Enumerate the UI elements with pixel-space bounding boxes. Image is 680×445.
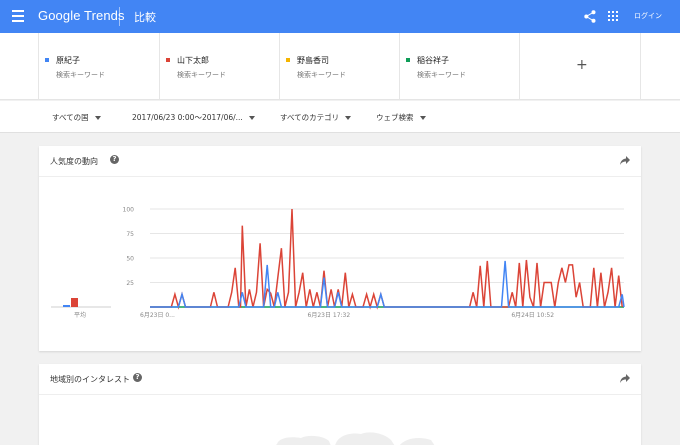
search-type-filter-label: ウェブ検索 <box>376 113 414 122</box>
card-header: 人気度の動向 ? <box>39 146 641 177</box>
term-card-1[interactable]: 原紀子 検索キーワード <box>39 33 160 100</box>
search-type-filter[interactable]: ウェブ検索 <box>376 112 426 123</box>
filters-bar: すべての国 2017/06/23 0:00～2017/06/... すべてのカテ… <box>0 101 680 133</box>
help-icon[interactable]: ? <box>110 155 119 164</box>
average-bar <box>71 298 78 307</box>
share-icon[interactable] <box>584 10 596 23</box>
share-icon[interactable] <box>620 374 630 383</box>
google-trends-logo[interactable]: Google Trends <box>38 8 125 23</box>
region-filter[interactable]: すべての国 <box>52 112 101 123</box>
help-icon[interactable]: ? <box>133 373 142 382</box>
term-type: 検索キーワード <box>297 71 346 79</box>
term-color-dot <box>286 58 290 62</box>
plus-icon: + <box>576 57 588 73</box>
brand-google: Google <box>38 8 81 23</box>
term-type: 検索キーワード <box>56 71 105 79</box>
card-header: 地域別のインタレスト ? <box>39 364 641 395</box>
card-title: 地域別のインタレスト <box>50 375 130 384</box>
interest-over-time-card: 人気度の動向 ? 100 75 50 25 平均 6月23日 0... 6月23日 17:3… <box>39 146 641 351</box>
term-name: 野島香司 <box>297 56 329 65</box>
add-term-button[interactable]: + <box>520 33 641 100</box>
date-filter-label: 2017/06/23 0:00～2017/06/... <box>132 113 243 122</box>
term-card-4[interactable]: 稲谷祥子 検索キーワード <box>400 33 520 100</box>
menu-icon[interactable] <box>12 10 24 22</box>
series-line-blue <box>150 260 625 308</box>
average-label: 平均 <box>74 311 86 319</box>
card-title: 人気度の動向 <box>50 157 98 166</box>
share-icon[interactable] <box>620 156 630 165</box>
page-title: 比較 <box>134 11 156 24</box>
search-terms-bar: 原紀子 検索キーワード 山下太郎 検索キーワード 野島香司 検索キーワード 稲谷… <box>0 33 680 100</box>
term-color-dot <box>45 58 49 62</box>
y-tick-label: 100 <box>123 207 135 214</box>
x-tick-label: 6月23日 17:32 <box>308 312 351 319</box>
app-bar: Google Trends 比較 ログイン <box>0 0 680 33</box>
term-card-2[interactable]: 山下太郎 検索キーワード <box>160 33 280 100</box>
term-name: 山下太郎 <box>177 56 209 65</box>
chevron-down-icon <box>345 116 352 120</box>
y-tick-label: 25 <box>126 280 134 287</box>
interest-by-region-card: 地域別のインタレスト ? <box>39 364 641 445</box>
category-filter[interactable]: すべてのカテゴリ <box>280 112 352 123</box>
login-button[interactable]: ログイン <box>634 11 662 21</box>
date-filter[interactable]: 2017/06/23 0:00～2017/06/... <box>132 112 255 123</box>
world-map <box>276 432 435 445</box>
term-type: 検索キーワード <box>177 71 226 79</box>
header-divider <box>119 7 120 26</box>
region-filter-label: すべての国 <box>52 113 89 122</box>
average-bar <box>63 305 70 307</box>
term-color-dot <box>166 58 170 62</box>
term-color-dot <box>406 58 410 62</box>
chevron-down-icon <box>419 116 426 120</box>
y-tick-label: 50 <box>126 256 134 263</box>
term-name: 稲谷祥子 <box>417 56 449 65</box>
y-tick-label: 75 <box>126 231 134 238</box>
apps-grid-icon[interactable] <box>608 11 618 21</box>
x-tick-label: 6月23日 0... <box>140 312 175 319</box>
x-tick-label: 6月24日 10:52 <box>511 312 554 319</box>
term-name: 原紀子 <box>56 56 80 65</box>
terms-left-border <box>38 33 39 100</box>
chevron-down-icon <box>94 116 101 120</box>
interest-chart: 100 75 50 25 平均 6月23日 0... 6月23日 17:32 6月24日 10… <box>51 207 625 319</box>
chevron-down-icon <box>248 116 255 120</box>
term-card-3[interactable]: 野島香司 検索キーワード <box>280 33 400 100</box>
term-type: 検索キーワード <box>417 71 466 79</box>
category-filter-label: すべてのカテゴリ <box>280 113 340 122</box>
